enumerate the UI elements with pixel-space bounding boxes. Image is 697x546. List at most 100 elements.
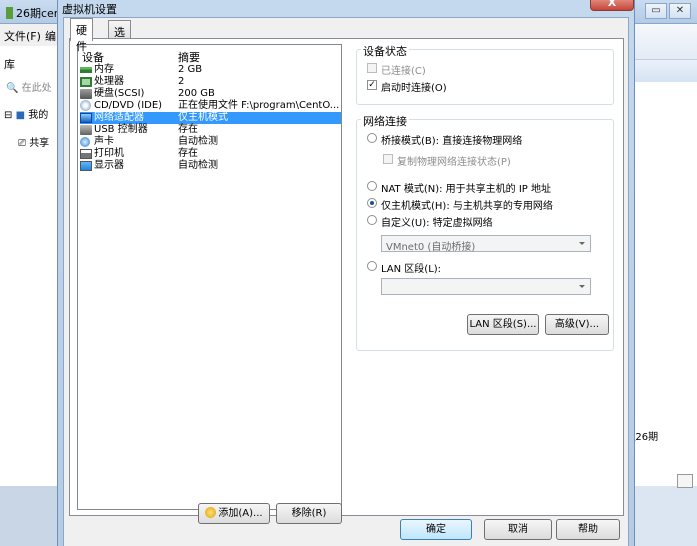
tree-item-label: 共享 — [29, 138, 50, 149]
custom-network-combo[interactable]: VMnet0 (自动桥接) — [381, 235, 591, 253]
device-status-group: 设备状态 已连接(C) ✓ 启动时连接(O) — [356, 43, 614, 105]
tree-item-my-computer[interactable]: ⊟ ■ 我的 — [4, 106, 48, 121]
replicate-state-label: 复制物理网络连接状态(P) — [397, 157, 511, 168]
device-summary: 仅主机模式 — [178, 112, 228, 123]
network-adapter-icon — [80, 113, 92, 123]
nat-radio[interactable] — [367, 181, 377, 191]
device-name: 网络适配器 — [94, 112, 144, 123]
close-icon[interactable]: ✕ — [669, 3, 691, 19]
connected-label: 已连接(C) — [381, 66, 426, 77]
search-icon: 🔍 — [6, 83, 19, 94]
ok-button[interactable]: 确定 — [400, 519, 472, 540]
device-summary: 存在 — [178, 124, 198, 135]
background-library-panel: 库 🔍 在此处 ⊟ ■ 我的 ⎚ 共享 — [0, 46, 60, 486]
custom-radio[interactable] — [367, 215, 377, 225]
usb-icon — [80, 125, 92, 135]
device-row-display[interactable]: 显示器 自动检测 — [80, 160, 341, 172]
nat-label: NAT 模式(N): 用于共享主机的 IP 地址 — [381, 184, 551, 195]
vm-settings-dialog: 虚拟机设置 X 硬件 选项 设备 摘要 内存 2 GB 处理器 — [57, 0, 635, 546]
chevron-down-icon — [579, 285, 585, 288]
device-name: 显示器 — [94, 160, 124, 171]
network-connection-group: 网络连接 桥接模式(B): 直接连接物理网络 复制物理网络连接状态(P) NAT… — [356, 113, 614, 351]
bridged-radio[interactable] — [367, 133, 377, 143]
device-summary: 正在使用文件 F:\program\CentO... — [178, 100, 340, 111]
help-button[interactable]: 帮助 — [556, 519, 620, 540]
device-row-usb-controller[interactable]: USB 控制器 存在 — [80, 124, 341, 136]
device-name: 处理器 — [94, 76, 124, 87]
host-only-label: 仅主机模式(H): 与主机共享的专用网络 — [381, 201, 553, 212]
cancel-button[interactable]: 取消 — [484, 519, 552, 540]
hard-disk-icon — [80, 89, 92, 99]
device-row-processor[interactable]: 处理器 2 — [80, 76, 341, 88]
device-name: 硬盘(SCSI) — [94, 88, 145, 99]
connect-at-power-on-checkbox[interactable]: ✓ — [367, 80, 377, 90]
column-header-summary[interactable]: 摘要 — [178, 49, 200, 65]
chevron-down-icon — [579, 242, 585, 245]
device-name: CD/DVD (IDE) — [94, 100, 163, 111]
restore-icon[interactable]: ▭ — [645, 3, 667, 19]
network-connection-title: 网络连接 — [361, 113, 409, 129]
device-name: 声卡 — [94, 136, 114, 147]
device-row-printer[interactable]: 打印机 存在 — [80, 148, 341, 160]
tree-item-label: 我的 — [28, 110, 49, 121]
connect-at-power-on-label: 启动时连接(O) — [381, 83, 447, 94]
lan-segment-label: LAN 区段(L): — [381, 264, 442, 275]
shield-icon — [205, 507, 217, 518]
shared-vm-icon: ⎚ — [18, 138, 26, 149]
library-label: 库 — [4, 58, 15, 71]
remove-button[interactable]: 移除(R) — [276, 503, 342, 524]
device-name: USB 控制器 — [94, 124, 148, 135]
dialog-title: 虚拟机设置 — [62, 3, 117, 16]
background-tab-strip — [630, 60, 697, 82]
computer-icon: ■ — [15, 110, 26, 121]
background-toolbar — [630, 24, 697, 60]
device-summary: 自动检测 — [178, 160, 218, 171]
tab-options[interactable]: 选项 — [108, 20, 131, 55]
device-summary: 自动检测 — [178, 136, 218, 147]
dialog-body: 硬件 选项 设备 摘要 内存 2 GB 处理器 2 — [63, 17, 629, 546]
device-row-network-adapter[interactable]: 网络适配器 仅主机模式 — [80, 112, 341, 124]
device-summary: 存在 — [178, 148, 198, 159]
cpu-icon — [80, 77, 92, 87]
menu-file[interactable]: 文件(F) — [4, 28, 41, 44]
hardware-tab-page: 设备 摘要 内存 2 GB 处理器 2 硬盘(SCSI) 200 GB CD/D… — [69, 38, 624, 524]
device-status-title: 设备状态 — [361, 43, 409, 59]
device-row-hard-disk[interactable]: 硬盘(SCSI) 200 GB — [80, 88, 341, 100]
device-row-sound-card[interactable]: 声卡 自动检测 — [80, 136, 341, 148]
printer-icon — [80, 149, 92, 159]
resize-grip[interactable] — [677, 474, 693, 488]
library-search-input[interactable]: 🔍 在此处 — [6, 79, 58, 97]
device-summary: 200 GB — [178, 88, 215, 99]
device-row-memory[interactable]: 内存 2 GB — [80, 64, 341, 76]
background-status-left — [0, 486, 60, 546]
memory-icon — [80, 67, 92, 73]
background-path-text: \26期 — [632, 432, 659, 443]
device-name: 内存 — [94, 64, 114, 75]
menu-edit[interactable]: 编 — [45, 28, 56, 44]
add-button-label: 添加(A)... — [218, 508, 263, 519]
custom-label: 自定义(U): 特定虚拟网络 — [381, 218, 493, 229]
cd-dvd-icon — [80, 100, 91, 111]
device-name: 打印机 — [94, 148, 124, 159]
replicate-state-checkbox[interactable] — [383, 154, 393, 164]
tree-item-shared[interactable]: ⎚ 共享 — [18, 134, 49, 149]
device-summary: 2 GB — [178, 64, 203, 75]
device-list-header: 设备 摘要 — [78, 45, 341, 65]
device-list[interactable]: 设备 摘要 内存 2 GB 处理器 2 硬盘(SCSI) 200 GB CD/D… — [77, 44, 342, 510]
background-window-buttons: ▭ ✕ — [645, 3, 691, 19]
device-summary: 2 — [178, 76, 185, 87]
add-button[interactable]: 添加(A)... — [198, 503, 270, 524]
tab-hardware[interactable]: 硬件 — [70, 18, 93, 53]
custom-network-value: VMnet0 (自动桥接) — [386, 242, 476, 253]
host-only-radio[interactable] — [367, 198, 377, 208]
vm-icon — [6, 7, 13, 19]
advanced-button[interactable]: 高级(V)... — [545, 314, 609, 335]
search-placeholder: 在此处 — [21, 83, 52, 94]
connected-checkbox[interactable] — [367, 63, 377, 73]
lan-segment-combo[interactable] — [381, 278, 591, 295]
dialog-close-button[interactable]: X — [590, 0, 634, 11]
display-icon — [80, 161, 92, 171]
lan-segments-button[interactable]: LAN 区段(S)... — [467, 314, 539, 335]
lan-segment-radio[interactable] — [367, 261, 377, 271]
device-row-cd-dvd[interactable]: CD/DVD (IDE) 正在使用文件 F:\program\CentO... — [80, 100, 341, 112]
